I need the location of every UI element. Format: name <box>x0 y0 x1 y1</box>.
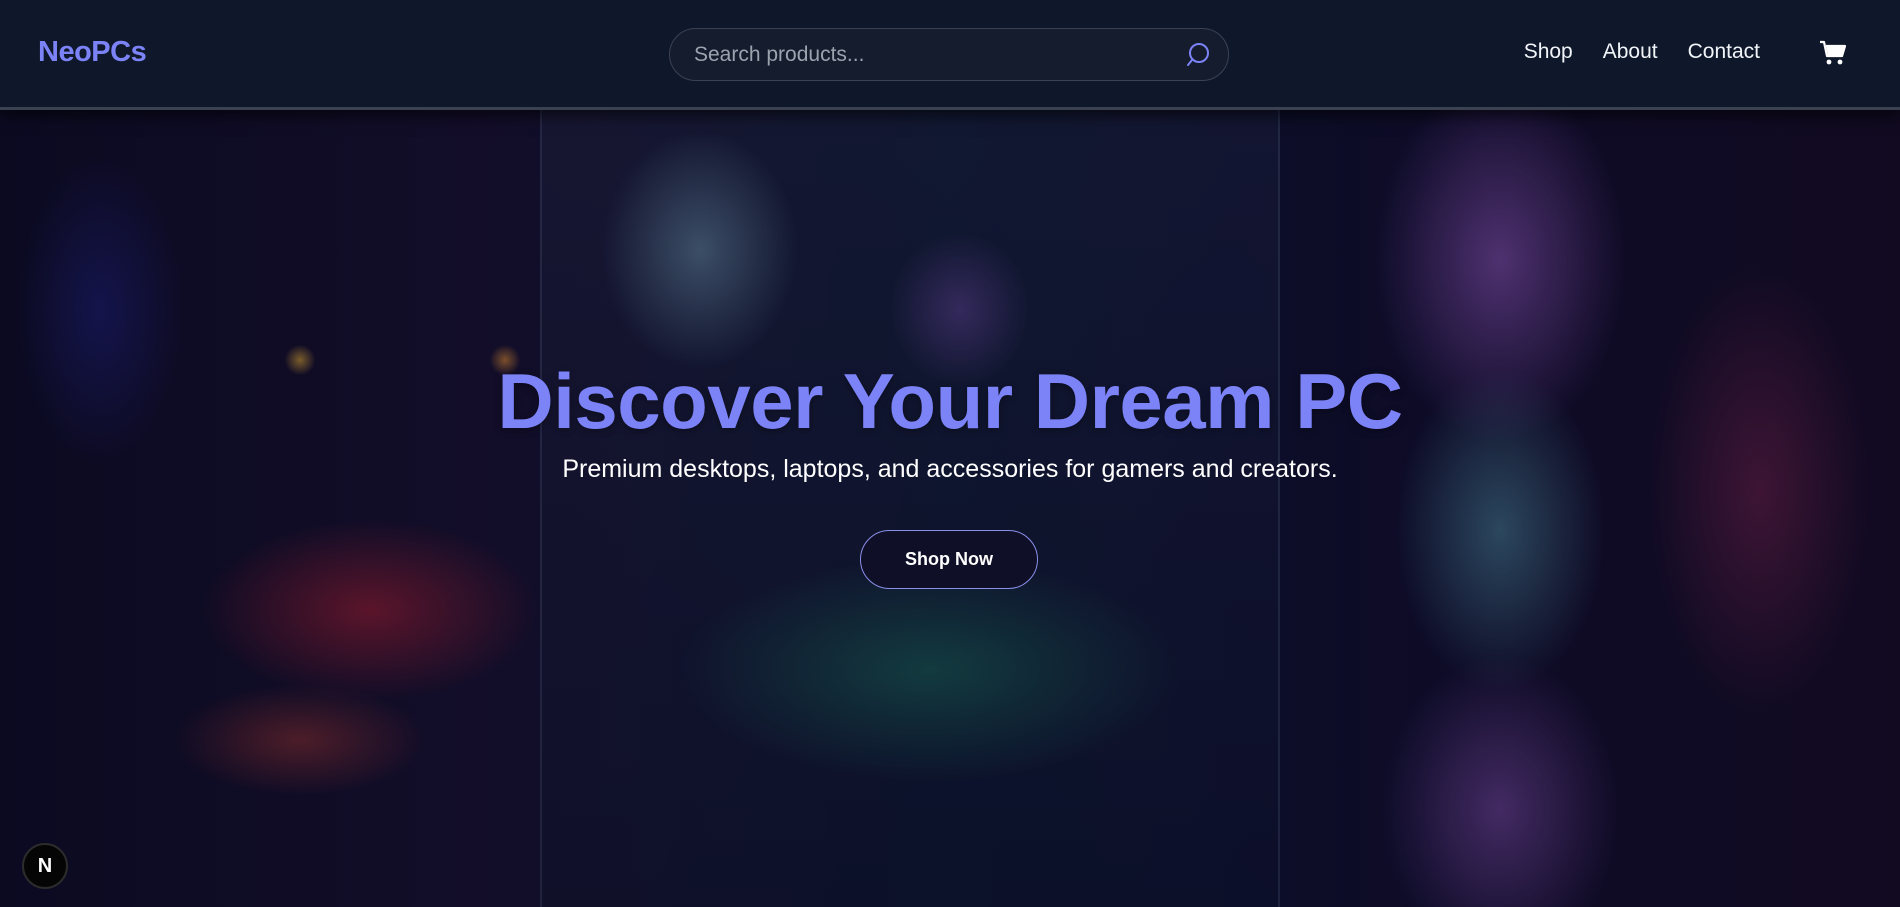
site-logo[interactable]: NeoPCs <box>38 36 147 69</box>
site-header: NeoPCs Shop About Contact <box>0 0 1900 110</box>
nav-link-shop[interactable]: Shop <box>1524 40 1573 64</box>
cart-icon[interactable] <box>1818 38 1848 68</box>
hero-title: Discover Your Dream PC <box>497 357 1403 445</box>
search-bar[interactable] <box>669 28 1229 81</box>
hero-section: Discover Your Dream PC Premium desktops,… <box>0 110 1900 907</box>
nav-link-about[interactable]: About <box>1603 40 1658 64</box>
hero-subtitle: Premium desktops, laptops, and accessori… <box>562 455 1338 483</box>
main-nav: Shop About Contact <box>1524 40 1760 64</box>
search-icon[interactable] <box>1186 41 1214 69</box>
nav-link-contact[interactable]: Contact <box>1688 40 1760 64</box>
dev-tools-badge[interactable]: N <box>22 843 68 889</box>
search-input[interactable] <box>694 29 1174 80</box>
hero-overlay <box>0 110 1900 907</box>
shop-now-button[interactable]: Shop Now <box>860 530 1038 589</box>
